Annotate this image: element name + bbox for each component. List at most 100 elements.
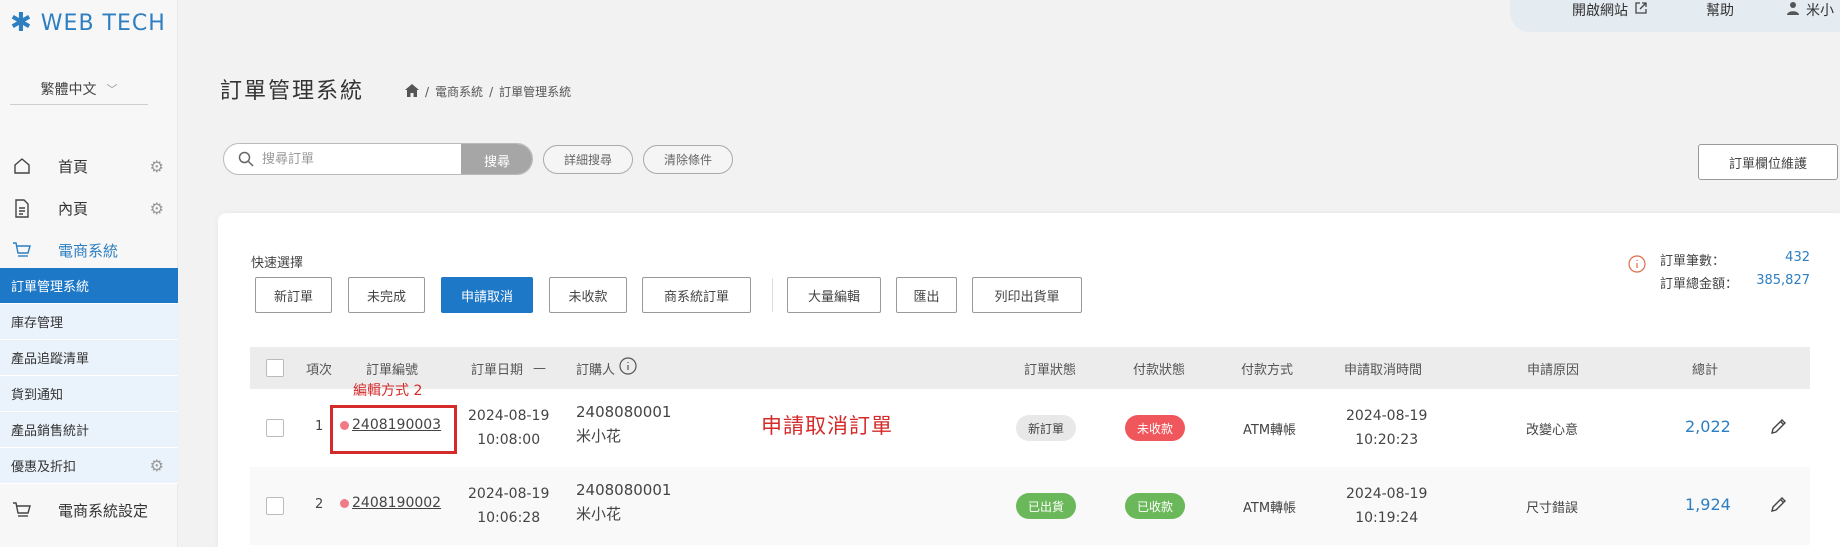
quick-new-orders-button[interactable]: 新訂單 bbox=[255, 277, 332, 313]
page-title: 訂單管理系統 bbox=[220, 79, 365, 104]
export-button[interactable]: 匯出 bbox=[896, 277, 957, 313]
pay-method: ATM轉帳 bbox=[1243, 423, 1297, 438]
buyer-name: 米小花 bbox=[576, 427, 622, 445]
buyer-id: 2408080001 bbox=[576, 403, 672, 421]
quick-select-label: 快速選擇 bbox=[251, 256, 304, 271]
sidebar-item-page[interactable]: 內頁 ⚙ bbox=[0, 187, 178, 229]
gear-icon[interactable]: ⚙ bbox=[150, 456, 164, 475]
user-name: 米小 bbox=[1806, 3, 1834, 19]
table-row[interactable]: 2 2408190002 2024-08-19 10:06:28 2408080… bbox=[250, 467, 1810, 545]
order-date: 2024-08-19 bbox=[468, 408, 550, 424]
sidebar-subitem-arrival-notice[interactable]: 貨到通知 bbox=[0, 376, 178, 412]
cancel-reason: 尺寸錯誤 bbox=[1526, 501, 1579, 516]
home-icon[interactable] bbox=[405, 83, 419, 100]
col-order-date-label: 訂單日期 bbox=[471, 362, 524, 378]
page-icon bbox=[12, 198, 32, 218]
sidebar-nav-bottom: 電商系統設定 bbox=[0, 489, 178, 531]
subitem-label: 庫存管理 bbox=[11, 316, 64, 331]
table-row[interactable]: 1 2408190003 2024-08-19 10:08:00 2408080… bbox=[250, 389, 1810, 467]
print-shipping-list-button[interactable]: 列印出貨單 bbox=[972, 277, 1082, 313]
order-time: 10:08:00 bbox=[477, 432, 541, 448]
sidebar-item-label: 首頁 bbox=[58, 157, 89, 176]
subitem-label: 產品追蹤清單 bbox=[11, 352, 90, 367]
pay-status: 已收款 bbox=[1125, 493, 1186, 519]
info-icon[interactable] bbox=[619, 357, 637, 379]
sidebar-subitem-sales-stats[interactable]: 產品銷售統計 bbox=[0, 412, 178, 448]
logo-text: WEB TECH bbox=[40, 10, 166, 36]
open-site-link[interactable]: 開啟網站 bbox=[1572, 0, 1648, 20]
row-checkbox[interactable] bbox=[266, 497, 284, 515]
col-order-date[interactable]: 訂單日期 — bbox=[471, 347, 546, 389]
user-menu[interactable]: 米小 bbox=[1786, 0, 1834, 20]
col-order-status: 訂單狀態 bbox=[1024, 362, 1077, 378]
cancel-reason: 改變心意 bbox=[1526, 423, 1579, 438]
status-badge: 已收款 bbox=[1125, 493, 1186, 519]
order-total-label: 訂單總金額： bbox=[1660, 277, 1739, 292]
sidebar-item-home[interactable]: 首頁 ⚙ bbox=[0, 145, 178, 187]
quick-system-orders-button[interactable]: 商系統訂單 bbox=[642, 277, 751, 313]
quick-unpaid-button[interactable]: 未收款 bbox=[549, 277, 627, 313]
order-status: 新訂單 bbox=[1016, 415, 1077, 441]
annotation-edit-method: 編輯方式 2 bbox=[353, 383, 423, 399]
col-pay-method: 付款方式 bbox=[1241, 362, 1294, 378]
col-buyer-label: 訂購人 bbox=[576, 362, 616, 378]
breadcrumb-separator: / bbox=[489, 84, 494, 99]
order-number-link[interactable]: 2408190002 bbox=[352, 495, 441, 511]
sidebar-subitem-inventory[interactable]: 庫存管理 bbox=[0, 304, 178, 340]
order-total: 385,827 bbox=[1756, 273, 1810, 288]
info-icon bbox=[1628, 255, 1646, 277]
edit-pencil-icon[interactable] bbox=[1770, 417, 1788, 435]
col-pay-status: 付款狀態 bbox=[1133, 362, 1186, 378]
order-fields-maintenance-button[interactable]: 訂單欄位維護 bbox=[1698, 144, 1838, 180]
order-count: 432 bbox=[1785, 250, 1810, 265]
search-button[interactable]: 搜尋 bbox=[461, 144, 532, 174]
order-count-label: 訂單筆數： bbox=[1660, 254, 1726, 269]
cart-icon bbox=[12, 241, 32, 259]
row-index: 1 bbox=[315, 419, 324, 434]
select-all-checkbox[interactable] bbox=[266, 347, 284, 389]
sidebar-item-ecommerce-settings[interactable]: 電商系統設定 bbox=[0, 489, 178, 531]
gear-icon[interactable]: ⚙ bbox=[150, 157, 164, 176]
sidebar-item-label: 內頁 bbox=[58, 199, 89, 218]
bulk-edit-button[interactable]: 大量編輯 bbox=[787, 277, 881, 313]
quick-cancel-request-button[interactable]: 申請取消 bbox=[441, 277, 533, 313]
divider bbox=[772, 278, 773, 312]
col-index: 項次 bbox=[306, 362, 333, 378]
subitem-label: 優惠及折扣 bbox=[11, 460, 77, 475]
status-badge: 已出貨 bbox=[1016, 493, 1077, 519]
sidebar-subitem-tracking[interactable]: 產品追蹤清單 bbox=[0, 340, 178, 376]
open-site-label: 開啟網站 bbox=[1572, 3, 1628, 19]
top-bar: 開啟網站 幫助 米小 bbox=[1510, 0, 1840, 32]
cancel-datetime: 2024-08-19 10:20:23 bbox=[1346, 404, 1427, 452]
buyer: 2408080001 米小花 bbox=[576, 478, 671, 526]
subitem-label: 訂單管理系統 bbox=[11, 280, 90, 295]
search-input[interactable] bbox=[262, 144, 482, 174]
annotation-highlight-box bbox=[330, 405, 457, 454]
logo[interactable]: ✱ WEB TECH bbox=[10, 8, 166, 38]
pay-method: ATM轉帳 bbox=[1243, 501, 1297, 516]
quick-incomplete-button[interactable]: 未完成 bbox=[348, 277, 425, 313]
sidebar-subitem-order-management[interactable]: 訂單管理系統 bbox=[0, 268, 178, 304]
edit-pencil-icon[interactable] bbox=[1770, 495, 1788, 513]
help-label: 幫助 bbox=[1706, 3, 1734, 19]
row-checkbox[interactable] bbox=[266, 419, 284, 437]
cancel-time: 10:19:24 bbox=[1355, 510, 1419, 526]
breadcrumb-separator: / bbox=[425, 84, 430, 99]
sidebar-item-ecommerce[interactable]: 電商系統 bbox=[0, 229, 178, 271]
home-icon bbox=[12, 157, 32, 175]
table-header: 項次 訂單編號 訂單日期 — 訂購人 訂單狀態 付款狀態 付款方式 申請取消時間… bbox=[250, 347, 1810, 389]
help-link[interactable]: 幫助 bbox=[1706, 0, 1734, 20]
cart-icon bbox=[12, 501, 32, 519]
cancel-datetime: 2024-08-19 10:19:24 bbox=[1346, 482, 1427, 530]
sidebar-subitem-discounts[interactable]: 優惠及折扣 ⚙ bbox=[0, 448, 178, 484]
order-time: 10:06:28 bbox=[477, 510, 541, 526]
gear-icon[interactable]: ⚙ bbox=[150, 199, 164, 218]
language-select[interactable]: 繁體中文 ﹀ bbox=[10, 73, 148, 105]
ecommerce-submenu: 訂單管理系統 庫存管理 產品追蹤清單 貨到通知 產品銷售統計 優惠及折扣 ⚙ bbox=[0, 268, 178, 484]
status-badge: 新訂單 bbox=[1016, 415, 1077, 441]
order-total: 1,924 bbox=[1685, 495, 1731, 514]
advanced-search-button[interactable]: 詳細搜尋 bbox=[543, 145, 633, 174]
breadcrumb-item[interactable]: 電商系統 bbox=[435, 83, 483, 100]
sidebar-item-label: 電商系統設定 bbox=[58, 501, 149, 520]
clear-filters-button[interactable]: 清除條件 bbox=[643, 145, 733, 174]
